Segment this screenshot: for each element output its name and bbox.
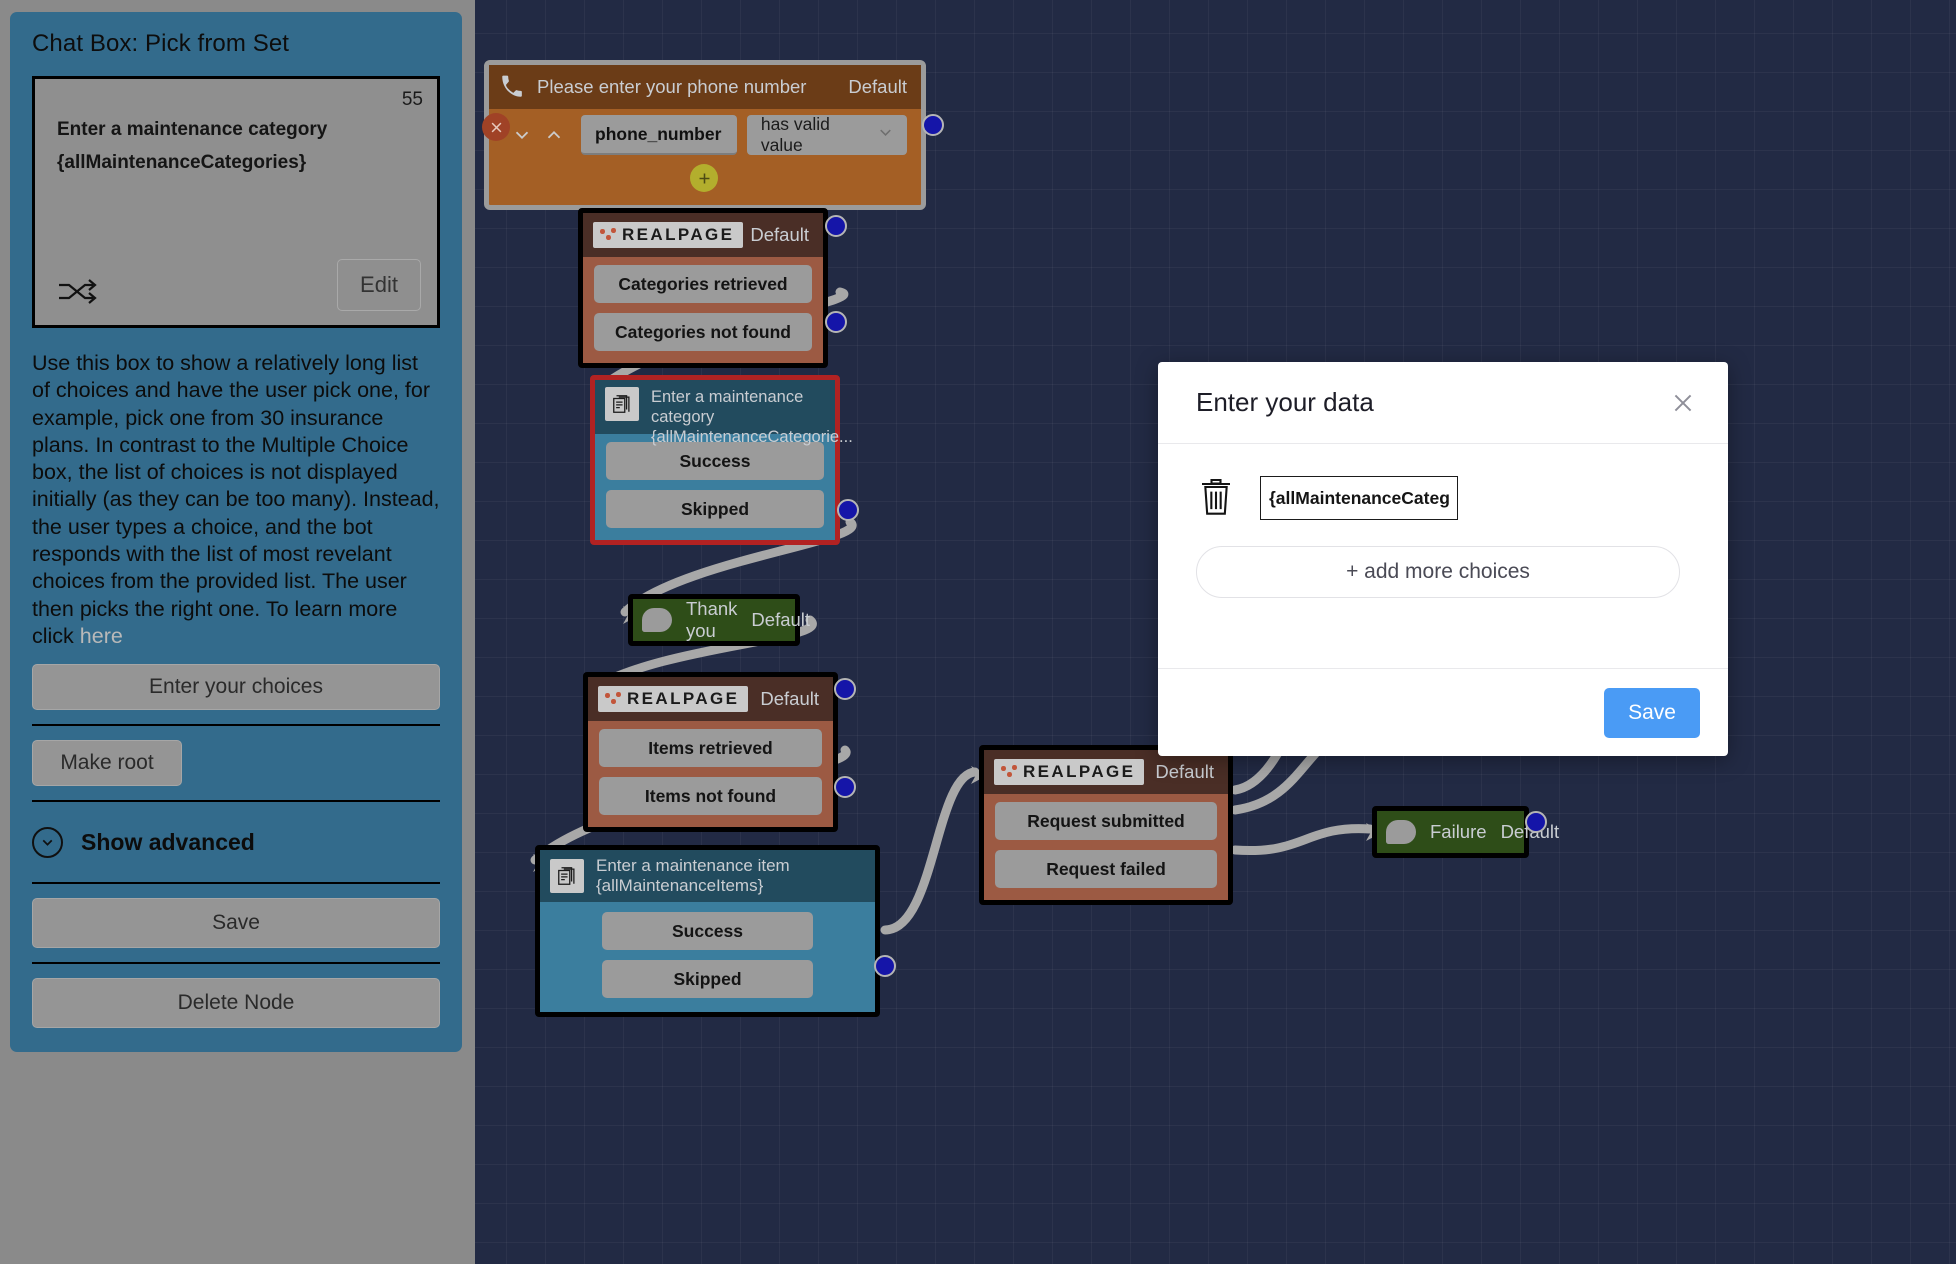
dialog-header: Enter your data [1158,362,1728,444]
chevron-down-icon [876,123,895,147]
node-header: REALPAGE Default [588,677,833,721]
node-badge: Default [1155,761,1214,783]
phone-variable-field[interactable]: phone_number [581,115,737,155]
enter-your-choices-button[interactable]: Enter your choices [32,664,440,710]
realpage-logo: REALPAGE [994,759,1144,785]
make-root-button[interactable]: Make root [32,740,182,786]
port-request-submitted[interactable]: Request submitted [995,802,1217,840]
port-items-not-found[interactable]: Items not found [599,777,822,815]
chevron-up-icon[interactable] [543,124,565,146]
close-icon[interactable] [1666,386,1700,420]
learn-more-link[interactable]: here [80,624,123,648]
port-categories-retrieved[interactable]: Categories retrieved [594,265,812,303]
node-realpage-categories[interactable]: REALPAGE Default Categories retrieved Ca… [578,208,828,368]
node-chatbox-item[interactable]: Enter a maintenance item {allMaintenance… [535,845,880,1017]
node-message-thankyou[interactable]: Thank you Default [628,594,800,646]
output-port[interactable] [874,955,896,977]
output-port[interactable] [922,114,944,136]
realpage-logo: REALPAGE [598,686,748,712]
dialog-footer: Save [1158,668,1728,756]
port-success[interactable]: Success [602,912,813,950]
node-header: REALPAGE Default [583,213,823,257]
node-message-failure[interactable]: Failure Default [1372,806,1529,858]
node-badge: Default [751,609,810,631]
choice-row [1196,476,1680,520]
add-node-plus-icon[interactable] [690,164,718,192]
app-root: Please enter your phone number Default p… [0,0,1956,1264]
node-chatbox-category[interactable]: Enter a maintenance category {allMainten… [590,375,840,545]
page-title: Chat Box: Pick from Set [10,12,462,70]
edit-button[interactable]: Edit [337,259,421,311]
phone-condition-select[interactable]: has valid value [747,115,907,155]
port-categories-not-found[interactable]: Categories not found [594,313,812,351]
output-port[interactable] [837,499,859,521]
documents-icon [550,859,584,893]
port-request-failed[interactable]: Request failed [995,850,1217,888]
divider [32,882,440,884]
node-badge: Default [750,224,809,246]
output-port[interactable] [834,678,856,700]
save-button[interactable]: Save [32,898,440,948]
show-advanced-label: Show advanced [81,829,255,856]
divider [32,962,440,964]
realpage-dots-icon [1001,764,1017,780]
port-items-retrieved[interactable]: Items retrieved [599,729,822,767]
node-phone-input[interactable]: Please enter your phone number Default p… [484,60,926,210]
node-badge: Default [848,76,907,98]
chevron-down-icon [32,827,63,858]
output-port[interactable] [834,776,856,798]
port-skipped[interactable]: Skipped [606,490,824,528]
divider [32,724,440,726]
choice-input[interactable] [1260,476,1458,520]
delete-node-button[interactable]: Delete Node [32,978,440,1028]
prompt-card: 55 Enter a maintenance category {allMain… [32,76,440,328]
node-header: Please enter your phone number Default [489,65,921,109]
node-badge: Default [760,688,819,710]
output-port[interactable] [825,311,847,333]
documents-icon [605,387,639,421]
chat-bubble-icon [642,608,672,632]
realpage-logo: REALPAGE [593,222,743,248]
port-skipped[interactable]: Skipped [602,960,813,998]
phone-condition-value: has valid value [761,114,876,156]
node-header: Enter a maintenance category {allMainten… [595,380,835,434]
node-editor-sidebar: Chat Box: Pick from Set 55 Enter a maint… [10,12,462,1052]
enter-your-data-dialog: Enter your data + add more choices [1158,362,1728,756]
dialog-title: Enter your data [1196,387,1666,418]
realpage-dots-icon [600,227,616,243]
phone-icon [499,74,525,100]
port-success[interactable]: Success [606,442,824,480]
node-title: Failure [1430,821,1487,843]
node-header: REALPAGE Default [984,750,1228,794]
node-title: Enter a maintenance category {allMainten… [651,387,853,447]
save-button[interactable]: Save [1604,688,1700,738]
add-more-choices-button[interactable]: + add more choices [1196,546,1680,598]
node-realpage-items[interactable]: REALPAGE Default Items retrieved Items n… [583,672,838,832]
node-realpage-request[interactable]: REALPAGE Default Request submitted Reque… [979,745,1233,905]
divider [32,800,440,802]
chat-bubble-icon [1386,820,1416,844]
node-title: Thank you [686,598,737,642]
description-text: Use this box to show a relatively long l… [32,350,440,650]
prompt-text: Enter a maintenance category {allMainten… [35,79,437,175]
output-port[interactable] [825,215,847,237]
character-counter: 55 [402,89,423,111]
realpage-dots-icon [605,691,621,707]
error-x-icon[interactable] [482,113,510,141]
node-title: Enter a maintenance item {allMaintenance… [596,856,861,895]
shuffle-icon[interactable] [57,277,99,307]
node-header: Enter a maintenance item {allMaintenance… [540,850,875,902]
output-port[interactable] [1525,811,1547,833]
dialog-body: + add more choices [1158,444,1728,598]
node-title: Please enter your phone number [537,76,806,97]
trash-icon[interactable] [1196,476,1236,520]
show-advanced-toggle[interactable]: Show advanced [32,822,440,862]
chevron-down-icon[interactable] [511,124,533,146]
